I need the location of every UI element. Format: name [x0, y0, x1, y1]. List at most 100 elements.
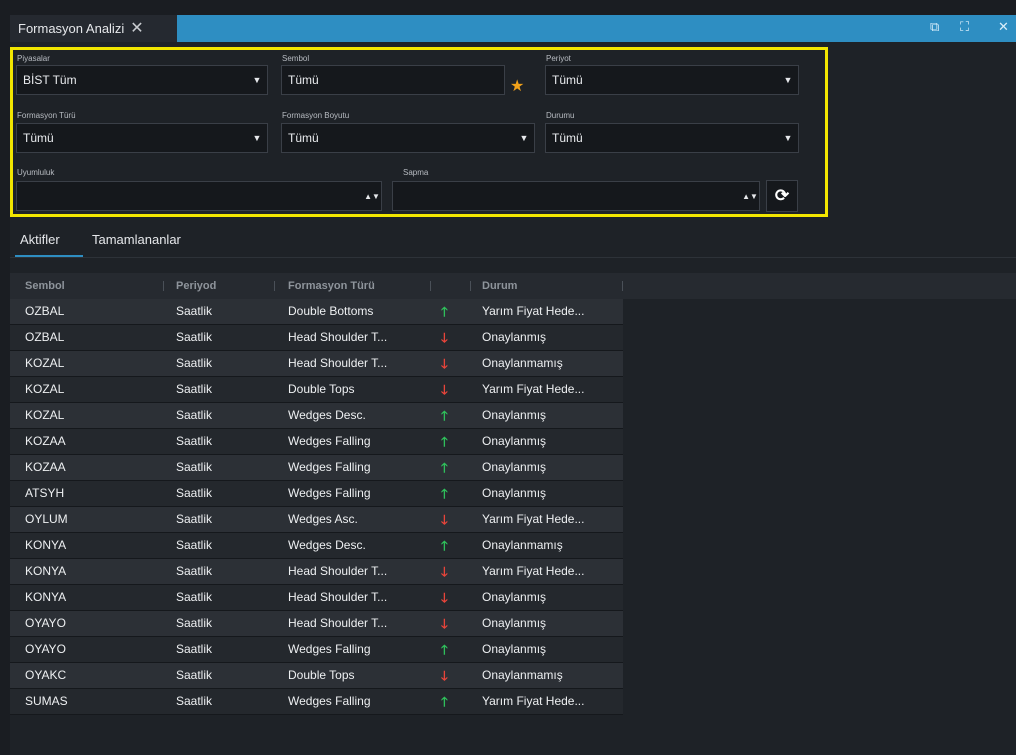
formasyon-boyutu-select[interactable]: Tümü ▼	[281, 123, 535, 153]
uyumluluk-label: Uyumluluk	[17, 168, 55, 177]
cell-formasyon-turu: Double Tops	[288, 382, 355, 396]
cell-formasyon-turu: Wedges Desc.	[288, 408, 366, 422]
cell-formasyon-turu: Wedges Desc.	[288, 538, 366, 552]
cell-periyod: Saatlik	[176, 356, 213, 370]
column-separator[interactable]	[430, 281, 431, 291]
arrow-up-icon: 🡑	[441, 460, 448, 475]
column-header-periyod[interactable]: Periyod	[176, 273, 216, 299]
cell-sembol: OYAYO	[25, 642, 66, 656]
table-header: Sembol Periyod Formasyon Türü Durum	[10, 273, 1016, 299]
cell-durum: Onaylanmış	[482, 486, 547, 500]
cell-formasyon-turu: Head Shoulder T...	[288, 616, 388, 630]
close-window-icon[interactable]: ✕	[998, 19, 1009, 35]
tab-aktifler[interactable]: Aktifler	[20, 232, 60, 247]
table-row[interactable]: OYAYO Saatlik Wedges Falling Onaylanmış 🡑	[10, 637, 623, 663]
table-row[interactable]: OZBAL Saatlik Head Shoulder T... Onaylanmış…	[10, 325, 623, 351]
cell-periyod: Saatlik	[176, 434, 213, 448]
column-separator[interactable]	[163, 281, 164, 291]
table-row[interactable]: ATSYH Saatlik Wedges Falling Onaylanmış 🡑	[10, 481, 623, 507]
column-separator[interactable]	[274, 281, 275, 291]
expand-window-icon[interactable]: ⛶	[960, 19, 969, 35]
cell-sembol: KOZAA	[25, 460, 66, 474]
cell-periyod: Saatlik	[176, 616, 213, 630]
durumu-select[interactable]: Tümü ▼	[545, 123, 799, 153]
table-row[interactable]: OZBAL Saatlik Double Bottoms Yarım Fiyat He…	[10, 299, 623, 325]
sembol-value: Tümü	[288, 73, 319, 87]
formasyon-turu-label: Formasyon Türü	[17, 111, 76, 120]
cell-periyod: Saatlik	[176, 330, 213, 344]
tab-tamamlananlar[interactable]: Tamamlananlar	[92, 232, 181, 247]
table-row[interactable]: KONYA Saatlik Head Shoulder T... Onaylanmış…	[10, 585, 623, 611]
sapma-spinner[interactable]: ▲▼	[392, 181, 760, 211]
cell-durum: Yarım Fiyat Hede...	[482, 512, 585, 526]
cell-periyod: Saatlik	[176, 408, 213, 422]
cell-formasyon-turu: Double Bottoms	[288, 304, 374, 318]
column-header-durum[interactable]: Durum	[482, 273, 517, 299]
table-row[interactable]: KOZAA Saatlik Wedges Falling Onaylanmış 🡑	[10, 429, 623, 455]
refresh-button[interactable]: ⟳	[766, 180, 798, 212]
arrow-down-icon: 🡓	[441, 668, 448, 683]
window-tab-formasyon-analizi[interactable]: Formasyon Analizi ✕	[10, 15, 177, 42]
piyasalar-value: BİST Tüm	[23, 73, 77, 87]
chevron-down-icon: ▼	[783, 75, 793, 85]
column-separator[interactable]	[622, 281, 623, 291]
spinner-arrows-icon[interactable]: ▲▼	[363, 192, 381, 200]
durumu-label: Durumu	[546, 111, 575, 120]
cell-formasyon-turu: Double Tops	[288, 668, 355, 682]
arrow-down-icon: 🡓	[441, 512, 448, 527]
arrow-up-icon: 🡑	[441, 486, 448, 501]
sembol-input[interactable]: Tümü	[281, 65, 505, 95]
sembol-label: Sembol	[282, 54, 310, 63]
chevron-down-icon: ▼	[252, 75, 262, 85]
chevron-down-icon: ▼	[783, 133, 793, 143]
cell-formasyon-turu: Head Shoulder T...	[288, 564, 388, 578]
chevron-down-icon: ▼	[519, 133, 529, 143]
uyumluluk-spinner[interactable]: ▲▼	[16, 181, 382, 211]
cell-durum: Onaylanmış	[482, 616, 547, 630]
piyasalar-select[interactable]: BİST Tüm ▼	[16, 65, 268, 95]
arrow-up-icon: 🡑	[441, 538, 448, 553]
cell-durum: Yarım Fiyat Hede...	[482, 382, 585, 396]
arrow-up-icon: 🡑	[441, 408, 448, 423]
table-row[interactable]: KOZAL Saatlik Wedges Desc. Onaylanmış 🡑	[10, 403, 623, 429]
table-row[interactable]: KOZAL Saatlik Double Tops Yarım Fiyat Hede.…	[10, 377, 623, 403]
cell-periyod: Saatlik	[176, 642, 213, 656]
arrow-down-icon: 🡓	[441, 590, 448, 605]
cell-periyod: Saatlik	[176, 512, 213, 526]
cell-sembol: SUMAS	[25, 694, 68, 708]
cell-sembol: OZBAL	[25, 304, 65, 318]
table-row[interactable]: OYLUM Saatlik Wedges Asc. Yarım Fiyat Hede.…	[10, 507, 623, 533]
table-row[interactable]: KOZAA Saatlik Wedges Falling Onaylanmış 🡑	[10, 455, 623, 481]
formasyon-boyutu-label: Formasyon Boyutu	[282, 111, 350, 120]
table-row[interactable]: OYAKC Saatlik Double Tops Onaylanmamış 🡓	[10, 663, 623, 689]
arrow-down-icon: 🡓	[441, 616, 448, 631]
formasyon-turu-value: Tümü	[23, 131, 54, 145]
cell-formasyon-turu: Head Shoulder T...	[288, 356, 388, 370]
column-header-sembol[interactable]: Sembol	[25, 273, 65, 299]
cell-sembol: KONYA	[25, 538, 67, 552]
table-row[interactable]: SUMAS Saatlik Wedges Falling Yarım Fiyat He…	[10, 689, 623, 715]
cell-sembol: OYAKC	[25, 668, 67, 682]
table-row[interactable]: KONYA Saatlik Wedges Desc. Onaylanmamış 🡑	[10, 533, 623, 559]
cell-sembol: OYAYO	[25, 616, 66, 630]
table-row[interactable]: KONYA Saatlik Head Shoulder T... Yarım Fiya…	[10, 559, 623, 585]
column-header-formasyon-turu[interactable]: Formasyon Türü	[288, 273, 375, 299]
table-row[interactable]: OYAYO Saatlik Head Shoulder T... Onaylanmış…	[10, 611, 623, 637]
arrow-down-icon: 🡓	[441, 382, 448, 397]
periyot-select[interactable]: Tümü ▼	[545, 65, 799, 95]
table-row[interactable]: KOZAL Saatlik Head Shoulder T... Onaylanmam…	[10, 351, 623, 377]
cell-sembol: KOZAL	[25, 356, 65, 370]
formasyon-turu-select[interactable]: Tümü ▼	[16, 123, 268, 153]
restore-window-icon[interactable]: ⧉	[930, 19, 939, 35]
close-tab-icon[interactable]: ✕	[130, 20, 143, 37]
favorite-star-icon[interactable]: ★	[510, 76, 524, 96]
column-separator[interactable]	[470, 281, 471, 291]
arrow-up-icon: 🡑	[441, 434, 448, 449]
cell-periyod: Saatlik	[176, 538, 213, 552]
cell-sembol: KOZAL	[25, 382, 65, 396]
cell-durum: Onaylanmamış	[482, 356, 563, 370]
cell-sembol: OZBAL	[25, 330, 65, 344]
cell-periyod: Saatlik	[176, 694, 213, 708]
cell-durum: Onaylanmış	[482, 642, 547, 656]
spinner-arrows-icon[interactable]: ▲▼	[741, 192, 759, 200]
